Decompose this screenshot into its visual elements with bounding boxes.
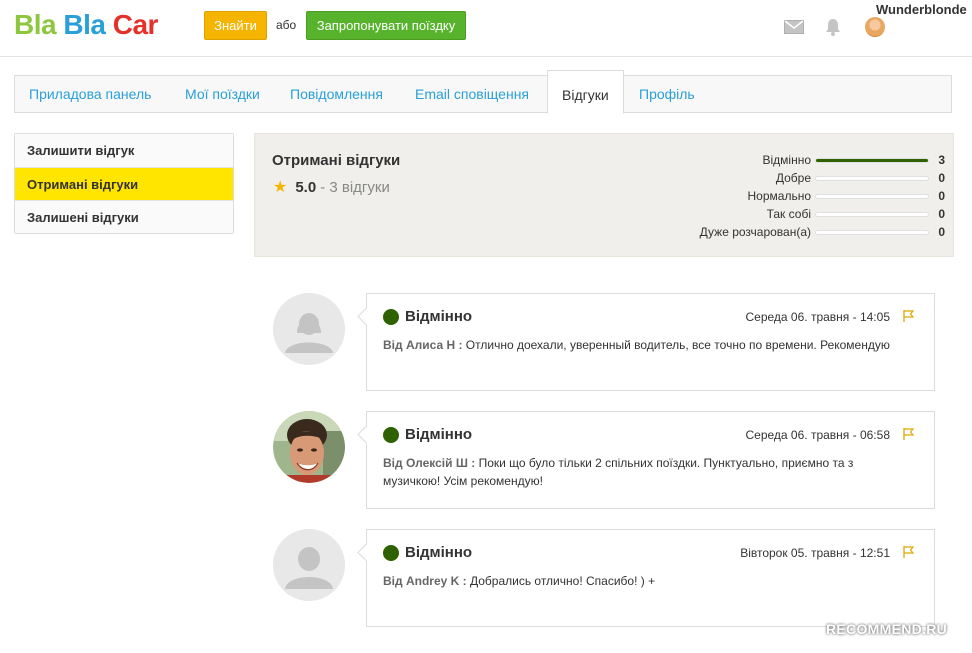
flag-icon[interactable] bbox=[902, 545, 916, 559]
review-text: Від Алиса Н : Отлично доехали, уверенный… bbox=[383, 336, 904, 354]
review-text: Від Andrey K : Добрались отлично! Спасиб… bbox=[383, 572, 904, 590]
review-date: Середа 06. травня - 14:05 bbox=[745, 310, 891, 324]
breakdown-label: Дуже розчарован(а) bbox=[699, 225, 811, 239]
tab-profile[interactable]: Профіль bbox=[639, 76, 695, 113]
star-icon: ★ bbox=[273, 179, 288, 196]
tab-my-rides[interactable]: Мої поїздки bbox=[185, 76, 260, 113]
main-tabs: Приладова панель Мої поїздки Повідомленн… bbox=[14, 70, 952, 114]
summary-count: - 3 відгуки bbox=[320, 178, 390, 196]
review-text: Від Олексій Ш : Поки що було тільки 2 сп… bbox=[383, 454, 904, 490]
review-item: Відмінно Середа 06. травня - 14:05 Від А… bbox=[272, 293, 937, 393]
review-item: Відмінно Середа 06. травня - 06:58 Від О… bbox=[272, 411, 937, 511]
bell-icon[interactable] bbox=[823, 18, 843, 36]
review-author[interactable]: Від Алиса Н : bbox=[383, 338, 462, 352]
or-label: або bbox=[276, 18, 297, 32]
username[interactable]: Wunderblonde bbox=[876, 2, 967, 17]
breakdown-label: Добре bbox=[775, 171, 811, 185]
rating-dot-icon bbox=[383, 308, 399, 325]
breakdown-count: 0 bbox=[938, 189, 945, 203]
breakdown-row: Добре 0 bbox=[675, 169, 945, 187]
reviewer-avatar-default[interactable] bbox=[273, 529, 345, 601]
tab-dashboard[interactable]: Приладова панель bbox=[29, 76, 151, 113]
breakdown-label: Нормально bbox=[747, 189, 812, 203]
breakdown-bar bbox=[815, 229, 929, 235]
breakdown-bar bbox=[815, 211, 929, 217]
review-rating: Відмінно bbox=[383, 544, 472, 561]
summary-title: Отримані відгуки bbox=[272, 152, 401, 169]
review-card: Відмінно Вівторок 05. травня - 12:51 Від… bbox=[366, 529, 935, 627]
breakdown-row: Відмінно 3 bbox=[675, 151, 945, 169]
tab-reviews[interactable]: Відгуки bbox=[547, 70, 624, 114]
user-avatar[interactable] bbox=[865, 17, 885, 37]
watermark: RECOMMEND.RU bbox=[826, 621, 948, 637]
rating-dot-icon bbox=[383, 544, 399, 561]
breakdown-bar bbox=[815, 193, 929, 199]
breakdown-bar bbox=[815, 157, 929, 163]
reviews-sidebar: Залишити відгук Отримані відгуки Залишен… bbox=[14, 133, 234, 234]
breakdown-count: 3 bbox=[938, 153, 945, 167]
tab-email-notifications[interactable]: Email сповіщення bbox=[415, 76, 529, 113]
breakdown-count: 0 bbox=[938, 225, 945, 239]
summary-rating: ★ 5.0 - 3 відгуки bbox=[273, 177, 390, 197]
review-item: Відмінно Вівторок 05. травня - 12:51 Від… bbox=[272, 529, 937, 629]
sidebar-item-leave-review[interactable]: Залишити відгук bbox=[15, 134, 233, 167]
review-date: Вівторок 05. травня - 12:51 bbox=[740, 546, 890, 560]
top-header: Bla Bla Car Знайти або Запропонувати пої… bbox=[0, 0, 972, 57]
flag-icon[interactable] bbox=[902, 427, 916, 441]
breakdown-label: Відмінно bbox=[762, 153, 811, 167]
review-card: Відмінно Середа 06. травня - 06:58 Від О… bbox=[366, 411, 935, 509]
offer-ride-button[interactable]: Запропонувати поїздку bbox=[306, 11, 466, 40]
breakdown-row: Дуже розчарован(а) 0 bbox=[675, 223, 945, 241]
review-body: Добрались отлично! Спасибо! ) + bbox=[469, 574, 656, 588]
review-rating: Відмінно bbox=[383, 308, 472, 325]
rating-dot-icon bbox=[383, 426, 399, 443]
blablacar-logo[interactable]: Bla Bla Car bbox=[14, 9, 158, 41]
summary-score: 5.0 bbox=[295, 178, 317, 196]
review-body: Отлично доехали, уверенный водитель, все… bbox=[465, 338, 890, 352]
tab-messages[interactable]: Повідомлення bbox=[290, 76, 383, 113]
review-author[interactable]: Від Олексій Ш : bbox=[383, 456, 475, 470]
review-author[interactable]: Від Andrey K : bbox=[383, 574, 467, 588]
breakdown-row: Нормально 0 bbox=[675, 187, 946, 205]
find-button[interactable]: Знайти bbox=[204, 11, 267, 40]
breakdown-row: Так собі 0 bbox=[675, 205, 945, 223]
flag-icon[interactable] bbox=[902, 309, 916, 323]
reviews-summary: Отримані відгуки ★ 5.0 - 3 відгуки Відмі… bbox=[254, 133, 954, 257]
sidebar-item-received-reviews[interactable]: Отримані відгуки bbox=[15, 167, 233, 200]
rating-breakdown: Відмінно 3 Добре 0 Нормально 0 Так собі … bbox=[675, 151, 945, 241]
review-date: Середа 06. травня - 06:58 bbox=[745, 428, 891, 442]
reviewer-avatar-photo[interactable] bbox=[273, 411, 345, 483]
breakdown-count: 0 bbox=[938, 171, 945, 185]
review-card: Відмінно Середа 06. травня - 14:05 Від А… bbox=[366, 293, 935, 391]
sidebar-item-given-reviews[interactable]: Залишені відгуки bbox=[15, 200, 233, 233]
breakdown-count: 0 bbox=[938, 207, 945, 221]
review-rating: Відмінно bbox=[383, 426, 472, 443]
mail-icon[interactable] bbox=[784, 18, 804, 36]
breakdown-label: Так собі bbox=[766, 207, 811, 221]
breakdown-bar bbox=[815, 175, 929, 181]
reviewer-avatar-default[interactable] bbox=[273, 293, 345, 365]
